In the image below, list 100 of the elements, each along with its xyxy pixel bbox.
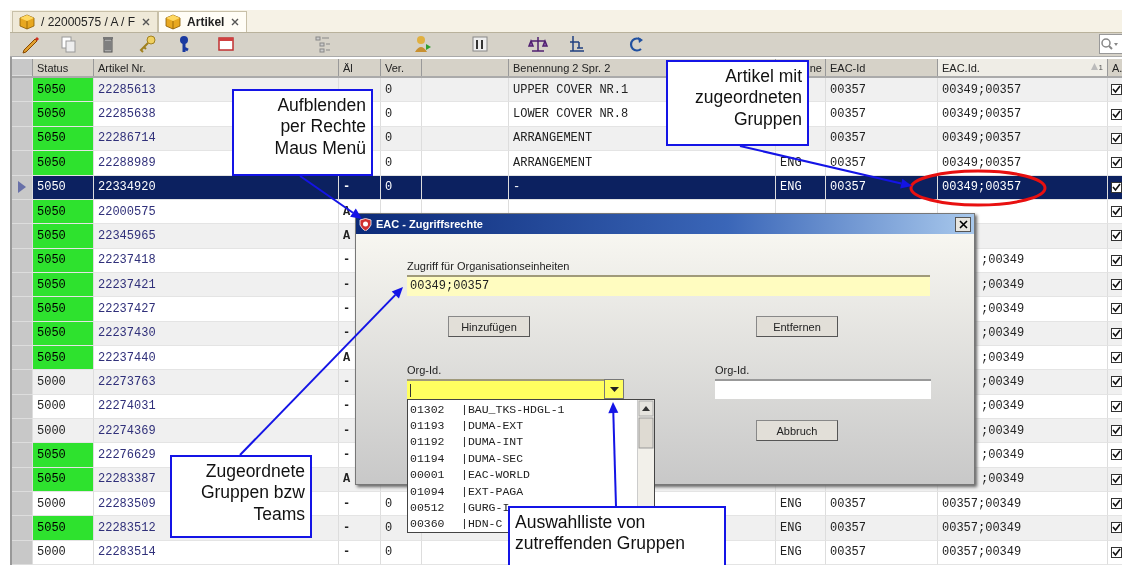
table-cell: 22237430 bbox=[98, 326, 156, 341]
table-cell: 5000 bbox=[32, 394, 93, 419]
table-cell: 5050 bbox=[32, 516, 93, 541]
table-cell: 5050 bbox=[32, 199, 93, 225]
checkbox[interactable] bbox=[1111, 546, 1122, 558]
dropdown-button[interactable] bbox=[604, 379, 624, 399]
table-cell: 22237418 bbox=[98, 253, 156, 268]
checkbox[interactable] bbox=[1111, 376, 1122, 388]
checkbox[interactable] bbox=[1111, 327, 1122, 339]
input-field[interactable]: 00349;00357 bbox=[407, 275, 930, 296]
table-cell: ;00349 bbox=[981, 374, 1025, 389]
table-cell: 00357 bbox=[830, 180, 866, 195]
checkbox[interactable] bbox=[1111, 133, 1122, 144]
table-cell: - bbox=[343, 496, 351, 511]
table-cell: 00349;00357 bbox=[942, 155, 1022, 170]
checkbox[interactable] bbox=[1111, 498, 1122, 510]
column-header[interactable]: Äl bbox=[338, 59, 380, 77]
table-cell: 22283387 bbox=[98, 472, 156, 487]
column-header[interactable]: Status bbox=[32, 59, 93, 77]
list-item[interactable]: 01193 |DUMA-EXT bbox=[408, 417, 637, 434]
row-header bbox=[12, 78, 32, 103]
row-header bbox=[12, 102, 32, 127]
row-header bbox=[12, 345, 32, 371]
table-cell: 00357;00349 bbox=[942, 545, 1022, 560]
checkbox[interactable] bbox=[1111, 279, 1122, 291]
table-cell: ARRANGEMENT bbox=[513, 131, 593, 146]
checkbox[interactable] bbox=[1111, 473, 1122, 485]
list-item[interactable]: 01094 |EXT-PAGA bbox=[408, 482, 637, 500]
column-header[interactable]: EAC.Id. 1 bbox=[937, 59, 1107, 77]
add-button[interactable]: Hinzufügen bbox=[448, 316, 530, 337]
tab[interactable]: / 22000575 / A / F bbox=[12, 10, 159, 32]
list-item[interactable]: 00001 |EAC-WORLD bbox=[408, 466, 637, 483]
table-cell: 22285638 bbox=[98, 107, 156, 122]
table-cell: 22274369 bbox=[98, 423, 156, 438]
table-cell: 22285613 bbox=[98, 82, 156, 97]
table-cell: ;00349 bbox=[981, 472, 1025, 487]
checkbox[interactable] bbox=[1111, 206, 1122, 217]
row-header bbox=[12, 151, 32, 176]
checkbox[interactable] bbox=[1111, 400, 1122, 412]
columns-icon[interactable] bbox=[470, 34, 490, 55]
checkbox[interactable] bbox=[1111, 303, 1122, 315]
checkbox[interactable] bbox=[1111, 230, 1122, 242]
table-cell: 00357 bbox=[830, 131, 866, 146]
tab[interactable]: Artikel bbox=[158, 10, 248, 32]
caret-icon[interactable] bbox=[609, 386, 619, 392]
table-row[interactable]: 5050 22334920 - 0 - ENG 00357 00349;00357 bbox=[12, 175, 1122, 200]
table-cell: ENG bbox=[780, 496, 802, 511]
checkbox[interactable] bbox=[1111, 352, 1122, 364]
checkbox[interactable] bbox=[1111, 181, 1122, 193]
row-header bbox=[12, 248, 32, 273]
field-label: Zugriff für Organisationseinheiten bbox=[407, 260, 571, 272]
cancel-button[interactable]: Abbruch bbox=[756, 420, 838, 441]
table-cell: 0 bbox=[385, 155, 393, 170]
list-item[interactable]: 01194 |DUMA-SEC bbox=[408, 450, 637, 467]
table-cell: 00357;00349 bbox=[942, 521, 1022, 535]
checkbox[interactable] bbox=[1111, 108, 1122, 120]
column-header[interactable]: A. bbox=[1107, 59, 1122, 77]
search-field[interactable] bbox=[1099, 34, 1122, 55]
callout-tooltip: Zugeordnete Gruppen bzw Teams bbox=[170, 455, 312, 538]
checkbox[interactable] bbox=[1111, 254, 1122, 266]
table-cell: 22345965 bbox=[98, 228, 156, 243]
table-cell: 5000 bbox=[32, 370, 93, 395]
table-cell: A bbox=[343, 472, 351, 487]
table-cell: 00357;00349 bbox=[942, 496, 1022, 511]
remove-button[interactable]: Entfernen bbox=[756, 316, 838, 337]
checkbox[interactable] bbox=[1111, 157, 1122, 169]
table-cell: 5050 bbox=[32, 321, 93, 346]
input-field[interactable] bbox=[407, 379, 604, 399]
column-header[interactable]: Artikel Nr. bbox=[93, 59, 338, 77]
list-item[interactable]: 01302 |BAU_TKS-HDGL-1 bbox=[408, 401, 637, 418]
table-cell: 22276629 bbox=[98, 447, 156, 462]
table-cell: 22286714 bbox=[98, 131, 156, 146]
row-header bbox=[12, 418, 32, 444]
callout-tooltip: Auswahlliste von zutreffenden Gruppen bbox=[508, 506, 726, 565]
close-icon[interactable] bbox=[230, 16, 241, 27]
table-cell: - bbox=[343, 521, 351, 535]
checkbox[interactable] bbox=[1111, 522, 1122, 534]
table-cell: ;00349 bbox=[981, 350, 1025, 365]
table-cell: UPPER COVER NR.1 bbox=[513, 82, 629, 97]
column-header[interactable]: Ver. bbox=[380, 59, 421, 77]
list-item[interactable]: 01192 |DUMA-INT bbox=[408, 433, 637, 451]
table-cell: 0 bbox=[385, 131, 393, 146]
row-header bbox=[12, 491, 32, 517]
table-cell: 5050 bbox=[32, 78, 93, 103]
cube-icon bbox=[165, 13, 182, 30]
table-cell: 5050 bbox=[32, 272, 93, 298]
pencil-icon[interactable] bbox=[20, 34, 40, 55]
checkbox[interactable] bbox=[1111, 449, 1122, 461]
close-icon[interactable] bbox=[141, 16, 152, 27]
checkbox[interactable] bbox=[1111, 425, 1122, 437]
table-cell: 00349;00357 bbox=[942, 82, 1022, 97]
table-cell: - bbox=[343, 277, 351, 292]
table-cell: 22274031 bbox=[98, 399, 156, 414]
callout-tooltip: Artikel mit zugeordneten Gruppen bbox=[666, 60, 809, 146]
checkbox[interactable] bbox=[1111, 84, 1122, 96]
input-field[interactable] bbox=[715, 379, 931, 399]
table-cell: 22283514 bbox=[98, 545, 156, 560]
table-cell: - bbox=[343, 301, 351, 316]
table-cell: ;00349 bbox=[981, 301, 1025, 316]
row-header bbox=[12, 297, 32, 322]
